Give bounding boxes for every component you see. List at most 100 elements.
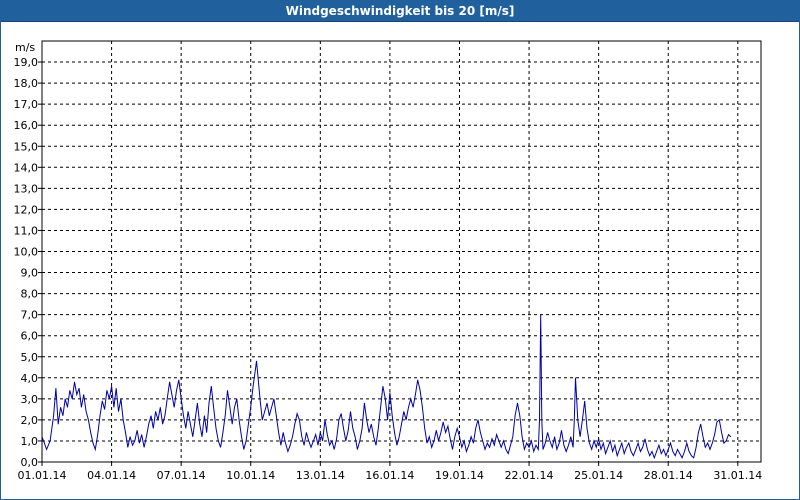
- data-point: [201, 436, 203, 438]
- data-point: [99, 415, 101, 417]
- data-point: [336, 438, 337, 440]
- data-point: [494, 444, 495, 446]
- data-point: [540, 314, 541, 315]
- data-point: [282, 432, 284, 433]
- data-point: [394, 432, 395, 433]
- data-point: [700, 423, 701, 425]
- data-point: [621, 442, 623, 444]
- data-point: [452, 449, 453, 450]
- data-point: [222, 432, 224, 433]
- data-point: [725, 440, 727, 442]
- data-point: [215, 428, 217, 429]
- x-tick-label: 19.01.14: [435, 469, 484, 482]
- data-point: [347, 430, 349, 431]
- data-point: [194, 419, 196, 421]
- data-point: [419, 390, 421, 391]
- data-point: [378, 428, 379, 429]
- data-point: [619, 449, 620, 450]
- data-point: [387, 419, 388, 421]
- data-point: [554, 436, 555, 438]
- data-point: [623, 453, 625, 454]
- data-point: [354, 436, 356, 438]
- data-point: [76, 394, 78, 395]
- data-point: [292, 436, 293, 438]
- data-point: [256, 360, 257, 362]
- data-point: [95, 449, 96, 450]
- data-point: [484, 449, 486, 450]
- data-point: [278, 432, 279, 433]
- data-point: [500, 447, 502, 448]
- data-point: [81, 407, 82, 408]
- data-point: [389, 392, 391, 393]
- y-tick-label: 6,0: [21, 330, 39, 343]
- data-point: [62, 415, 64, 417]
- data-point: [598, 438, 599, 440]
- data-point: [71, 398, 73, 400]
- y-tick-label: 16,0: [14, 119, 39, 132]
- data-point: [408, 407, 409, 408]
- data-point: [276, 415, 277, 417]
- data-point: [679, 453, 681, 454]
- data-point: [579, 436, 581, 438]
- data-point: [85, 411, 87, 412]
- data-point: [533, 451, 534, 452]
- data-point: [257, 373, 259, 374]
- data-point: [357, 449, 358, 450]
- data-point: [49, 440, 51, 442]
- data-point: [531, 440, 532, 442]
- data-point: [496, 434, 497, 435]
- data-point: [677, 449, 678, 450]
- data-point: [122, 419, 124, 421]
- data-point: [67, 407, 68, 408]
- data-point: [74, 381, 75, 383]
- data-point: [289, 444, 291, 446]
- data-point: [498, 440, 500, 442]
- data-point: [303, 444, 305, 446]
- data-point: [306, 432, 307, 433]
- data-point: [445, 432, 446, 433]
- data-point: [371, 423, 372, 425]
- data-point: [125, 432, 126, 433]
- data-point: [248, 423, 249, 425]
- data-point: [422, 407, 423, 408]
- x-tick-label: 31.01.14: [713, 469, 762, 482]
- data-point: [324, 419, 326, 421]
- plot-area: [42, 41, 761, 462]
- data-point: [134, 440, 136, 442]
- y-tick-label: 12,0: [14, 203, 39, 216]
- data-point: [424, 428, 426, 429]
- data-point: [166, 398, 168, 400]
- data-point: [707, 442, 708, 444]
- data-point: [115, 388, 117, 389]
- data-point: [482, 440, 484, 442]
- data-point: [329, 444, 330, 446]
- data-point: [264, 411, 266, 412]
- data-point: [584, 400, 585, 402]
- data-point: [605, 453, 606, 454]
- data-point: [463, 440, 465, 442]
- data-point: [224, 415, 226, 417]
- data-point: [262, 419, 263, 421]
- data-point: [55, 388, 57, 389]
- data-point: [245, 440, 247, 442]
- data-point: [489, 447, 490, 448]
- data-point: [570, 436, 572, 438]
- data-point: [626, 447, 627, 448]
- y-axis-label: m/s: [15, 41, 35, 54]
- data-point: [366, 419, 368, 421]
- data-point: [577, 419, 579, 421]
- data-point: [345, 440, 347, 442]
- data-point: [368, 432, 370, 433]
- data-point: [519, 415, 521, 417]
- data-point: [97, 434, 98, 435]
- y-tick-label: 11,0: [14, 224, 39, 237]
- data-point: [695, 447, 697, 448]
- data-point: [693, 457, 694, 459]
- data-point: [686, 442, 688, 444]
- data-point: [271, 407, 272, 408]
- data-point: [705, 447, 706, 448]
- data-point: [541, 419, 543, 421]
- data-point: [338, 419, 340, 421]
- data-point: [681, 457, 683, 459]
- data-point: [429, 436, 430, 438]
